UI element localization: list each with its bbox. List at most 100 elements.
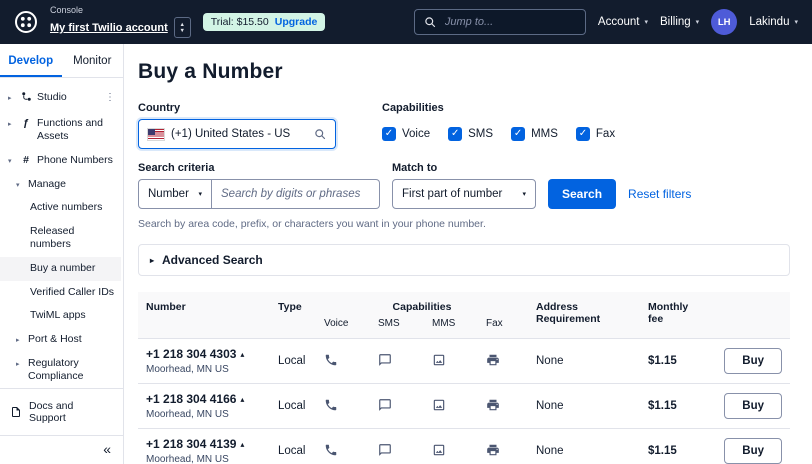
triangle-icon: ▴ [240, 394, 245, 404]
match-to-field: Match to First part of number ▾ [392, 162, 536, 209]
sidebar-item-functions-assets[interactable]: ▸ ƒ Functions and Assets [0, 112, 121, 149]
mms-icon [432, 353, 446, 367]
chevron-right-icon: ▸ [8, 95, 12, 102]
search-help-text: Search by area code, prefix, or characte… [138, 218, 486, 230]
buy-button[interactable]: Buy [724, 348, 782, 374]
account-switcher-button[interactable]: ▲ ▼ [173, 17, 191, 39]
buy-button[interactable]: Buy [724, 438, 782, 464]
country-field: Country (+1) United States - US [138, 102, 336, 149]
advanced-search-toggle[interactable]: ▸ Advanced Search [138, 244, 790, 276]
subcolumn-mms: MMS [424, 316, 478, 339]
capabilities-field: Capabilities ✓ Voice ✓ SMS ✓ MMS ✓ Fax [382, 102, 615, 149]
search-criteria-label: Search criteria [138, 162, 215, 174]
jump-to-search[interactable] [413, 9, 586, 35]
trial-balance-text: Trial: $15.50 [210, 16, 269, 28]
country-select[interactable]: (+1) United States - US [138, 119, 336, 149]
page-title: Buy a Number [138, 60, 283, 83]
column-type: Type [270, 292, 316, 339]
chevron-down-icon: ▾ [794, 19, 798, 26]
chevron-down-icon: ▾ [522, 191, 526, 198]
checkbox-checked-icon: ✓ [511, 127, 526, 141]
twilio-logo-icon[interactable] [14, 10, 38, 34]
account-menu[interactable]: Account ▾ [598, 16, 648, 28]
table-row: +1 218 304 4166 ▴ Moorhead, MN US Local … [138, 383, 790, 429]
billing-menu[interactable]: Billing ▾ [660, 16, 699, 28]
sidebar-item-active-numbers[interactable]: Active numbers [0, 196, 121, 220]
reset-filters-link[interactable]: Reset filters [628, 187, 691, 209]
checkbox-fax[interactable]: ✓ Fax [575, 127, 615, 141]
checkbox-sms[interactable]: ✓ SMS [448, 127, 493, 141]
table-row: +1 218 304 4139 ▴ Moorhead, MN US Local … [138, 428, 790, 464]
chevron-down-icon: ▾ [695, 19, 700, 26]
phone-location: Moorhead, MN US [146, 364, 229, 375]
match-to-select[interactable]: First part of number ▾ [392, 179, 536, 209]
chevron-right-icon: ▸ [16, 360, 20, 368]
sidebar-item-regulatory-compliance[interactable]: ▸ Regulatory Compliance [0, 352, 121, 388]
voice-icon [324, 443, 338, 457]
checkbox-checked-icon: ✓ [575, 127, 590, 141]
search-icon [424, 16, 436, 28]
jump-to-input[interactable] [442, 15, 576, 29]
search-digits-input[interactable] [212, 179, 380, 209]
chevron-right-icon: ▸ [8, 120, 12, 128]
results-table: Number Type Capabilities Address Require… [138, 292, 790, 464]
table-row: +1 218 304 4303 ▴ Moorhead, MN US Local … [138, 338, 790, 384]
sidebar-item-port-host[interactable]: ▸ Port & Host [0, 328, 121, 352]
account-name-link[interactable]: My first Twilio account [50, 22, 168, 34]
docs-icon [10, 406, 22, 418]
kebab-menu-icon[interactable]: ⋮ [105, 91, 117, 104]
sidebar-item-buy-a-number[interactable]: Buy a number [0, 257, 121, 281]
sidebar-item-twiml-apps[interactable]: TwiML apps [0, 304, 121, 328]
user-menu[interactable]: Lakindu ▾ [749, 16, 798, 28]
chevron-right-icon: ▸ [16, 337, 20, 345]
sidebar-item-studio[interactable]: ▸ Studio ⋮ [0, 86, 121, 112]
phone-location: Moorhead, MN US [146, 454, 229, 464]
search-criteria-field: Search criteria Number ▾ [138, 162, 380, 209]
triangle-icon: ▴ [240, 349, 245, 359]
checkbox-voice[interactable]: ✓ Voice [382, 127, 430, 141]
country-value: (+1) United States - US [171, 128, 291, 140]
voice-icon [324, 398, 338, 412]
search-button[interactable]: Search [548, 179, 617, 209]
sidebar-item-docs-support[interactable]: Docs and Support [0, 388, 123, 435]
buy-button[interactable]: Buy [724, 393, 782, 419]
country-label: Country [138, 102, 181, 114]
tab-develop[interactable]: Develop [0, 44, 62, 77]
sms-icon [378, 353, 392, 367]
upgrade-link[interactable]: Upgrade [275, 16, 318, 28]
hash-icon: # [23, 153, 29, 166]
subcolumn-voice: Voice [316, 316, 370, 339]
main-content: Buy a Number Country (+1) United States … [124, 44, 812, 464]
column-monthly-fee: Monthly fee [640, 292, 714, 339]
tab-monitor[interactable]: Monitor [62, 44, 124, 77]
voice-icon [324, 353, 338, 367]
sidebar-bottom: Docs and Support « [0, 388, 123, 464]
sidebar-item-released-numbers[interactable]: Released numbers [0, 220, 121, 257]
checkbox-mms[interactable]: ✓ MMS [511, 127, 558, 141]
chevron-down-icon: ▾ [644, 19, 648, 26]
fax-icon [486, 353, 500, 367]
address-requirement: None [528, 338, 640, 384]
user-avatar[interactable]: LH [711, 9, 738, 35]
phone-number: +1 218 304 4303 [146, 347, 237, 361]
chevron-down-icon: ▾ [16, 181, 20, 189]
collapse-sidebar-button[interactable]: « [103, 442, 111, 456]
phone-location: Moorhead, MN US [146, 409, 229, 420]
chevron-right-icon: ▸ [150, 255, 155, 265]
console-label: Console [50, 4, 84, 15]
chevron-down-icon: ▾ [198, 191, 202, 198]
sidebar-item-verified-caller-ids[interactable]: Verified Caller IDs [0, 281, 121, 305]
sms-icon [378, 443, 392, 457]
sidebar-item-manage[interactable]: ▾ Manage [0, 173, 121, 197]
sidebar-nav: ▸ Studio ⋮ ▸ ƒ Functions and Assets ▾ # … [0, 78, 123, 388]
number-type: Local [270, 338, 316, 384]
criteria-type-select[interactable]: Number ▾ [138, 179, 212, 209]
fax-icon [486, 443, 500, 457]
sidebar-item-phone-numbers[interactable]: ▾ # Phone Numbers [0, 149, 121, 173]
phone-number: +1 218 304 4166 [146, 392, 237, 406]
column-address-requirement: Address Requirement [528, 292, 640, 339]
match-to-label: Match to [392, 162, 438, 174]
monthly-fee: $1.15 [640, 338, 714, 384]
fax-icon [486, 398, 500, 412]
triangle-icon: ▴ [240, 439, 245, 449]
